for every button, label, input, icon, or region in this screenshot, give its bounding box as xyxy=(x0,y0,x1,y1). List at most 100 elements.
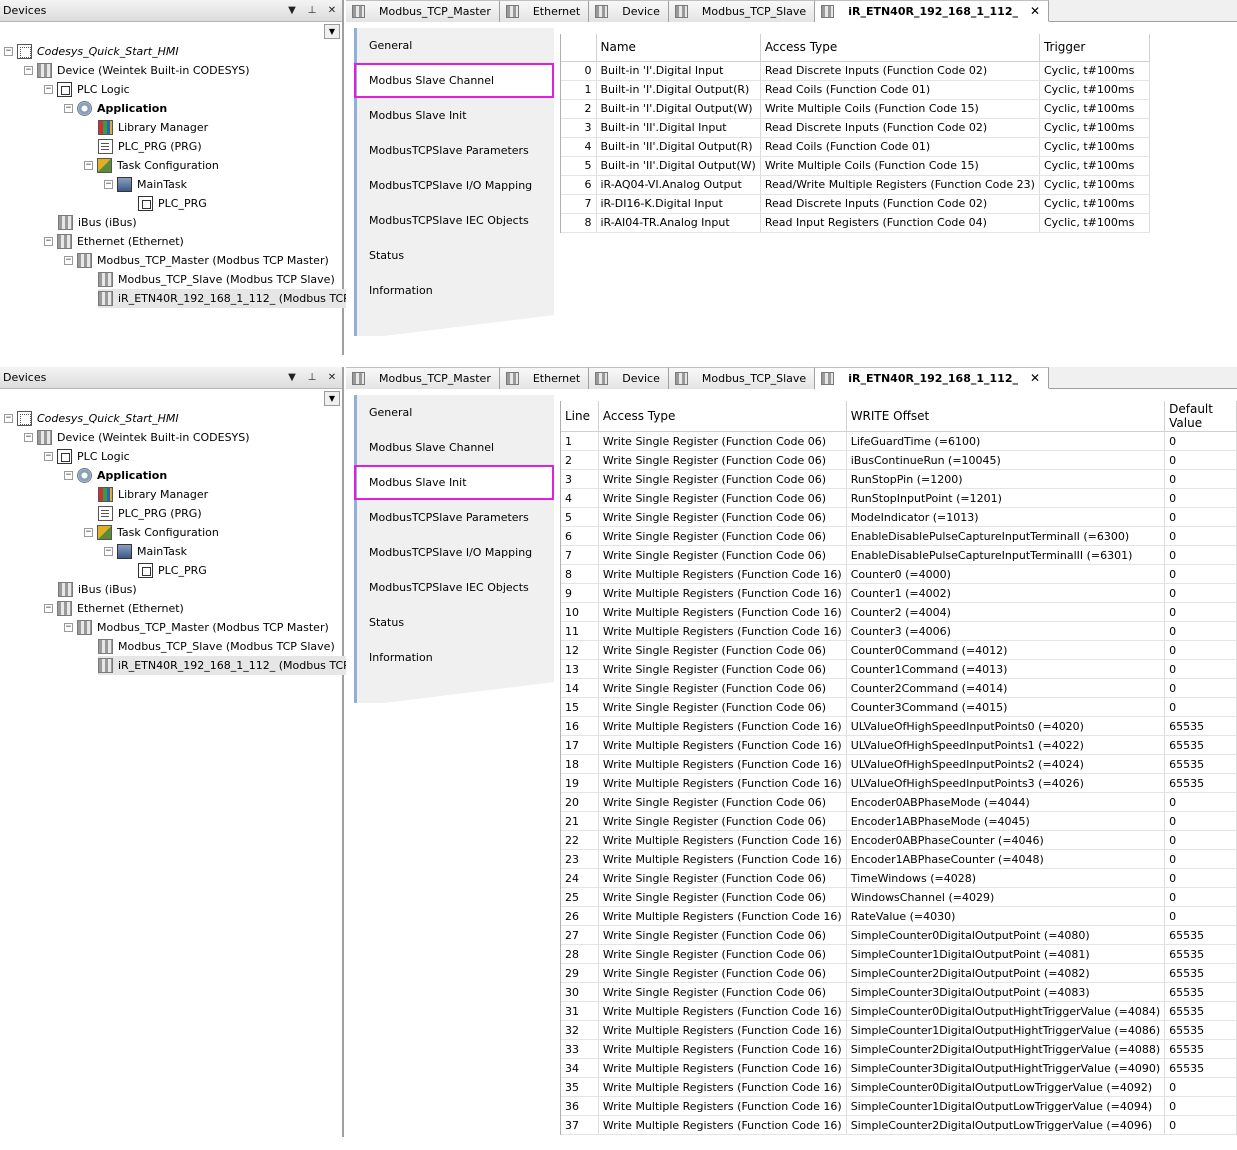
nav-item[interactable]: ModbusTCPSlave I/O Mapping xyxy=(354,168,554,203)
collapse-toggle-icon[interactable]: − xyxy=(24,66,33,75)
dropdown-icon[interactable]: ▼ xyxy=(282,372,302,383)
editor-tab[interactable]: iR_ETN40R_192_168_1_112_ ✕ xyxy=(815,0,1050,22)
table-row[interactable]: 6 Write Single Register (Function Code 06… xyxy=(561,526,1237,546)
table-row[interactable]: 3 Built-in 'II'.Digital Input Read Discret… xyxy=(561,118,1150,138)
collapse-toggle-icon[interactable]: − xyxy=(104,547,113,556)
table-row[interactable]: 13 Write Single Register (Function Code 0… xyxy=(561,659,1237,679)
tree-node[interactable]: − MainTask xyxy=(104,175,187,194)
tree-node[interactable]: Library Manager xyxy=(98,485,208,504)
table-row[interactable]: 36 Write Multiple Registers (Function Cod… xyxy=(561,1096,1237,1116)
editor-tab[interactable]: Modbus_TCP_Slave xyxy=(668,367,816,389)
tree-dropdown-icon[interactable]: ▼ xyxy=(324,391,340,406)
collapse-toggle-icon[interactable]: − xyxy=(64,256,73,265)
table-row[interactable]: 8 iR-AI04-TR.Analog Input Read Input Regis… xyxy=(561,213,1150,233)
column-header[interactable]: Access Type xyxy=(598,401,847,432)
table-row[interactable]: 14 Write Single Register (Function Code 0… xyxy=(561,678,1237,698)
table-row[interactable]: 5 Write Single Register (Function Code 06… xyxy=(561,507,1237,527)
table-row[interactable]: 9 Write Multiple Registers (Function Code… xyxy=(561,583,1237,603)
table-row[interactable]: 1 Write Single Register (Function Code 06… xyxy=(561,431,1237,451)
table-row[interactable]: 30 Write Single Register (Function Code 0… xyxy=(561,982,1237,1002)
table-row[interactable]: 3 Write Single Register (Function Code 06… xyxy=(561,469,1237,489)
table-row[interactable]: 1 Built-in 'I'.Digital Output(R) Read Coil… xyxy=(561,80,1150,100)
table-row[interactable]: 35 Write Multiple Registers (Function Cod… xyxy=(561,1077,1237,1097)
table-row[interactable]: 10 Write Multiple Registers (Function Cod… xyxy=(561,602,1237,622)
table-row[interactable]: 26 Write Multiple Registers (Function Cod… xyxy=(561,906,1237,926)
table-row[interactable]: 20 Write Single Register (Function Code 0… xyxy=(561,792,1237,812)
nav-item[interactable]: ModbusTCPSlave Parameters xyxy=(354,133,554,168)
nav-item[interactable]: ModbusTCPSlave IEC Objects xyxy=(354,570,554,605)
tree-node[interactable]: − PLC Logic xyxy=(44,80,130,99)
column-header[interactable]: Access Type xyxy=(760,34,1040,62)
nav-item[interactable]: ModbusTCPSlave IEC Objects xyxy=(354,203,554,238)
tree-node[interactable]: − Task Configuration xyxy=(84,156,219,175)
table-row[interactable]: 27 Write Single Register (Function Code 0… xyxy=(561,925,1237,945)
column-header[interactable]: Name xyxy=(596,34,761,62)
tab-close-icon[interactable]: ✕ xyxy=(1030,371,1040,385)
table-row[interactable]: 37 Write Multiple Registers (Function Cod… xyxy=(561,1115,1237,1135)
tree-dropdown-icon[interactable]: ▼ xyxy=(324,24,340,39)
table-row[interactable]: 19 Write Multiple Registers (Function Cod… xyxy=(561,773,1237,793)
column-header[interactable]: Default Value xyxy=(1164,401,1237,432)
editor-tab[interactable]: Ethernet xyxy=(499,0,590,22)
tree-node[interactable]: Modbus_TCP_Slave (Modbus TCP Slave) xyxy=(98,637,335,656)
nav-item[interactable]: Information xyxy=(354,273,554,308)
table-row[interactable]: 23 Write Multiple Registers (Function Cod… xyxy=(561,849,1237,869)
tree-node[interactable]: iBus (iBus) xyxy=(58,213,137,232)
table-row[interactable]: 28 Write Single Register (Function Code 0… xyxy=(561,944,1237,964)
tree-node[interactable]: − Ethernet (Ethernet) xyxy=(44,232,184,251)
column-header[interactable]: WRITE Offset xyxy=(846,401,1166,432)
collapse-toggle-icon[interactable]: − xyxy=(64,104,73,113)
table-row[interactable]: 5 Built-in 'II'.Digital Output(W) Write Mu… xyxy=(561,156,1150,176)
column-header[interactable]: Trigger xyxy=(1039,34,1150,62)
editor-tab[interactable]: Device xyxy=(589,0,669,22)
tree-node[interactable]: PLC_PRG xyxy=(138,194,207,213)
nav-item[interactable]: General xyxy=(354,28,554,63)
tree-node[interactable]: − Application xyxy=(64,466,167,485)
tree-node[interactable]: PLC_PRG xyxy=(138,561,207,580)
nav-item[interactable]: General xyxy=(354,395,554,430)
tree-node[interactable]: − Ethernet (Ethernet) xyxy=(44,599,184,618)
collapse-toggle-icon[interactable]: − xyxy=(104,180,113,189)
collapse-toggle-icon[interactable]: − xyxy=(84,528,93,537)
nav-item[interactable]: Modbus Slave Init xyxy=(354,465,554,500)
table-row[interactable]: 2 Write Single Register (Function Code 06… xyxy=(561,450,1237,470)
table-row[interactable]: 4 Write Single Register (Function Code 06… xyxy=(561,488,1237,508)
editor-tab[interactable]: Modbus_TCP_Slave xyxy=(668,0,816,22)
table-row[interactable]: 29 Write Single Register (Function Code 0… xyxy=(561,963,1237,983)
tree-node[interactable]: − Application xyxy=(64,99,167,118)
table-row[interactable]: 31 Write Multiple Registers (Function Cod… xyxy=(561,1001,1237,1021)
tree-node[interactable]: − Codesys_Quick_Start_HMI xyxy=(4,409,179,428)
table-row[interactable]: 32 Write Multiple Registers (Function Cod… xyxy=(561,1020,1237,1040)
tree-node[interactable]: − Codesys_Quick_Start_HMI xyxy=(4,42,179,61)
nav-item[interactable]: Information xyxy=(354,640,554,675)
table-row[interactable]: 25 Write Single Register (Function Code 0… xyxy=(561,887,1237,907)
collapse-toggle-icon[interactable]: − xyxy=(84,161,93,170)
column-header[interactable] xyxy=(561,34,597,62)
editor-tab[interactable]: Modbus_TCP_Master xyxy=(346,367,500,389)
table-row[interactable]: 18 Write Multiple Registers (Function Cod… xyxy=(561,754,1237,774)
tree-node[interactable]: iBus (iBus) xyxy=(58,580,137,599)
nav-item[interactable]: ModbusTCPSlave Parameters xyxy=(354,500,554,535)
tree-node[interactable]: − MainTask xyxy=(104,542,187,561)
editor-tab[interactable]: Ethernet xyxy=(499,367,590,389)
tree-node[interactable]: − Task Configuration xyxy=(84,523,219,542)
table-row[interactable]: 21 Write Single Register (Function Code 0… xyxy=(561,811,1237,831)
tree-node[interactable]: − Modbus_TCP_Master (Modbus TCP Master) xyxy=(64,618,329,637)
table-row[interactable]: 16 Write Multiple Registers (Function Cod… xyxy=(561,716,1237,736)
tree-node[interactable]: Library Manager xyxy=(98,118,208,137)
collapse-toggle-icon[interactable]: − xyxy=(64,471,73,480)
nav-item[interactable]: Modbus Slave Channel xyxy=(354,430,554,465)
collapse-toggle-icon[interactable]: − xyxy=(4,414,13,423)
tab-close-icon[interactable]: ✕ xyxy=(1030,4,1040,18)
pin-icon[interactable]: ⊥ xyxy=(302,372,322,383)
tree-node[interactable]: − PLC Logic xyxy=(44,447,130,466)
tree-node[interactable]: iR_ETN40R_192_168_1_112_ (Modbus TCP Sla… xyxy=(98,656,388,675)
table-row[interactable]: 12 Write Single Register (Function Code 0… xyxy=(561,640,1237,660)
editor-tab[interactable]: Modbus_TCP_Master xyxy=(346,0,500,22)
collapse-toggle-icon[interactable]: − xyxy=(24,433,33,442)
editor-tab[interactable]: iR_ETN40R_192_168_1_112_ ✕ xyxy=(815,367,1050,389)
nav-item[interactable]: Modbus Slave Channel xyxy=(354,63,554,98)
nav-item[interactable]: Modbus Slave Init xyxy=(354,98,554,133)
editor-tab[interactable]: Device xyxy=(589,367,669,389)
table-row[interactable]: 2 Built-in 'I'.Digital Output(W) Write Mul… xyxy=(561,99,1150,119)
